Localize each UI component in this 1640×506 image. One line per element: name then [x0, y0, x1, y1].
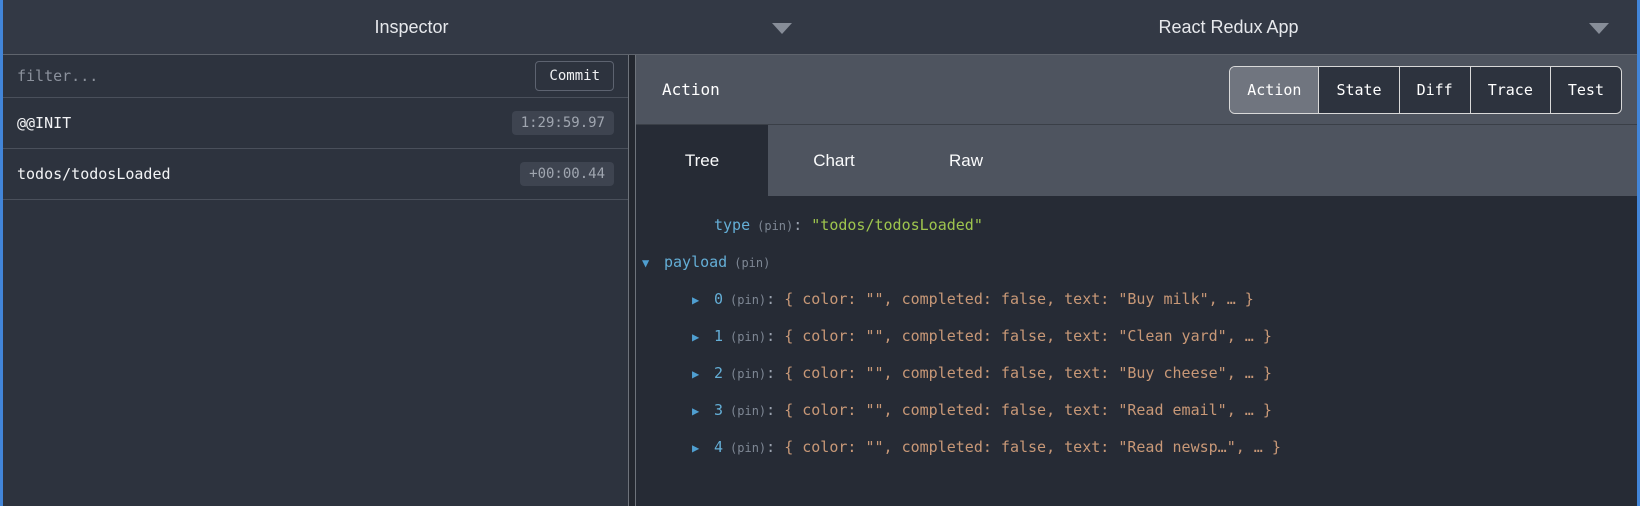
subtab-chart[interactable]: Chart — [768, 125, 900, 196]
colon: : — [766, 438, 775, 456]
tree-key[interactable]: type — [714, 216, 750, 234]
expand-arrow-icon[interactable]: ▶ — [692, 430, 714, 467]
pin-link[interactable]: (pin) — [730, 367, 766, 381]
detail-header: Action ActionStateDiffTraceTest — [636, 55, 1637, 124]
expand-arrow-icon[interactable]: ▶ — [692, 356, 714, 393]
tab-action[interactable]: Action — [1230, 67, 1318, 113]
tree-row-2[interactable]: ▶2 (pin): { color: "", completed: false, t… — [636, 355, 1637, 392]
dropdown-arrow-icon[interactable] — [1589, 23, 1609, 34]
action-detail-panel: Action ActionStateDiffTraceTest TreeChar… — [636, 55, 1637, 506]
monitor-title: Inspector — [374, 17, 448, 38]
filter-input[interactable] — [17, 67, 535, 85]
tree-row-payload[interactable]: ▼payload (pin) — [636, 244, 1637, 281]
tab-test[interactable]: Test — [1550, 67, 1621, 113]
subtab-raw[interactable]: Raw — [900, 125, 1032, 196]
colon: : — [766, 327, 775, 345]
pin-link[interactable]: (pin) — [730, 330, 766, 344]
tree-value: { color: "", completed: false, text: "Re… — [784, 438, 1281, 456]
collapse-arrow-icon[interactable]: ▼ — [642, 245, 664, 282]
action-list: @@INIT 1:29:59.97 todos/todosLoaded +00:… — [3, 98, 628, 506]
tree-value: { color: "", completed: false, text: "Cl… — [784, 327, 1272, 345]
tab-diff[interactable]: Diff — [1399, 67, 1470, 113]
tree-key[interactable]: 0 — [714, 290, 723, 308]
action-name: @@INIT — [17, 114, 71, 132]
tree-key[interactable]: payload — [664, 253, 727, 271]
tab-trace[interactable]: Trace — [1470, 67, 1550, 113]
colon: : — [766, 401, 775, 419]
pin-link[interactable]: (pin) — [757, 219, 793, 233]
expand-arrow-icon[interactable]: ▶ — [692, 393, 714, 430]
tree-value: { color: "", completed: false, text: "Re… — [784, 401, 1272, 419]
tree-row-4[interactable]: ▶4 (pin): { color: "", completed: false, t… — [636, 429, 1637, 466]
panel-resize-handle[interactable] — [628, 55, 636, 506]
expand-arrow-icon[interactable]: ▶ — [692, 319, 714, 356]
colon: : — [793, 216, 802, 234]
tree-row-0[interactable]: ▶0 (pin): { color: "", completed: false, t… — [636, 281, 1637, 318]
redux-devtools-window: Inspector React Redux App Commit @@INIT … — [0, 0, 1640, 506]
tree-key[interactable]: 4 — [714, 438, 723, 456]
dropdown-arrow-icon[interactable] — [772, 23, 792, 34]
inspector-monitor-selector[interactable]: Inspector — [3, 0, 820, 54]
tree-row-1[interactable]: ▶1 (pin): { color: "", completed: false, t… — [636, 318, 1637, 355]
expand-arrow-icon[interactable]: ▶ — [692, 282, 714, 319]
pin-link[interactable]: (pin) — [734, 256, 770, 270]
action-list-item[interactable]: todos/todosLoaded +00:00.44 — [3, 149, 628, 200]
tab-state[interactable]: State — [1318, 67, 1398, 113]
subtab-tree[interactable]: Tree — [636, 125, 768, 196]
pin-link[interactable]: (pin) — [730, 441, 766, 455]
pin-link[interactable]: (pin) — [730, 293, 766, 307]
tree-value: "todos/todosLoaded" — [811, 216, 983, 234]
subtab-bar: TreeChartRaw — [636, 124, 1637, 196]
detail-header-label: Action — [662, 80, 720, 99]
json-tree: type (pin): "todos/todosLoaded" ▼payload (pi… — [636, 196, 1637, 506]
tree-value: { color: "", completed: false, text: "Bu… — [784, 364, 1272, 382]
tree-key[interactable]: 1 — [714, 327, 723, 345]
tree-key[interactable]: 2 — [714, 364, 723, 382]
colon: : — [766, 364, 775, 382]
action-time-badge: 1:29:59.97 — [512, 111, 614, 135]
tree-row-3[interactable]: ▶3 (pin): { color: "", completed: false, t… — [636, 392, 1637, 429]
colon: : — [766, 290, 775, 308]
top-bar: Inspector React Redux App — [3, 0, 1637, 55]
instance-title: React Redux App — [1158, 17, 1298, 38]
filter-row: Commit — [3, 55, 628, 98]
action-name: todos/todosLoaded — [17, 165, 171, 183]
pin-link[interactable]: (pin) — [730, 404, 766, 418]
tree-key[interactable]: 3 — [714, 401, 723, 419]
action-list-panel: Commit @@INIT 1:29:59.97 todos/todosLoad… — [3, 55, 628, 506]
tree-row-type[interactable]: type (pin): "todos/todosLoaded" — [636, 207, 1637, 244]
commit-button[interactable]: Commit — [535, 61, 614, 91]
tree-value: { color: "", completed: false, text: "Bu… — [784, 290, 1254, 308]
action-list-item[interactable]: @@INIT 1:29:59.97 — [3, 98, 628, 149]
tab-group: ActionStateDiffTraceTest — [1229, 66, 1622, 114]
instance-selector[interactable]: React Redux App — [820, 0, 1637, 54]
action-time-badge: +00:00.44 — [520, 162, 614, 186]
main-split: Commit @@INIT 1:29:59.97 todos/todosLoad… — [3, 55, 1637, 506]
